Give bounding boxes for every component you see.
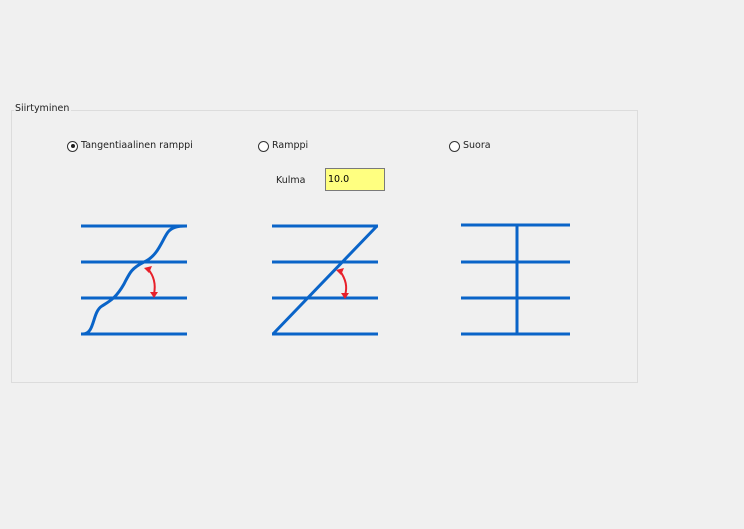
tangential-ramp-diagram-icon bbox=[81, 224, 187, 336]
radio-straight-label: Suora bbox=[463, 140, 491, 151]
straight-diagram-icon bbox=[461, 223, 570, 336]
radio-straight-indicator[interactable] bbox=[449, 140, 460, 152]
angle-input[interactable] bbox=[325, 168, 385, 191]
radio-ramp[interactable]: Ramppi bbox=[258, 140, 308, 152]
angle-label: Kulma bbox=[276, 175, 306, 186]
radio-tangential-ramp[interactable]: Tangentiaalinen ramppi bbox=[67, 140, 193, 152]
radio-tangential-ramp-label: Tangentiaalinen ramppi bbox=[81, 140, 193, 151]
radio-ramp-label: Ramppi bbox=[272, 140, 309, 151]
radio-ramp-indicator[interactable] bbox=[258, 140, 269, 152]
ramp-diagram-icon bbox=[271, 224, 379, 336]
radio-straight[interactable]: Suora bbox=[449, 140, 491, 152]
groupbox-title: Siirtyminen bbox=[14, 103, 72, 115]
radio-tangential-ramp-indicator[interactable] bbox=[67, 140, 78, 152]
